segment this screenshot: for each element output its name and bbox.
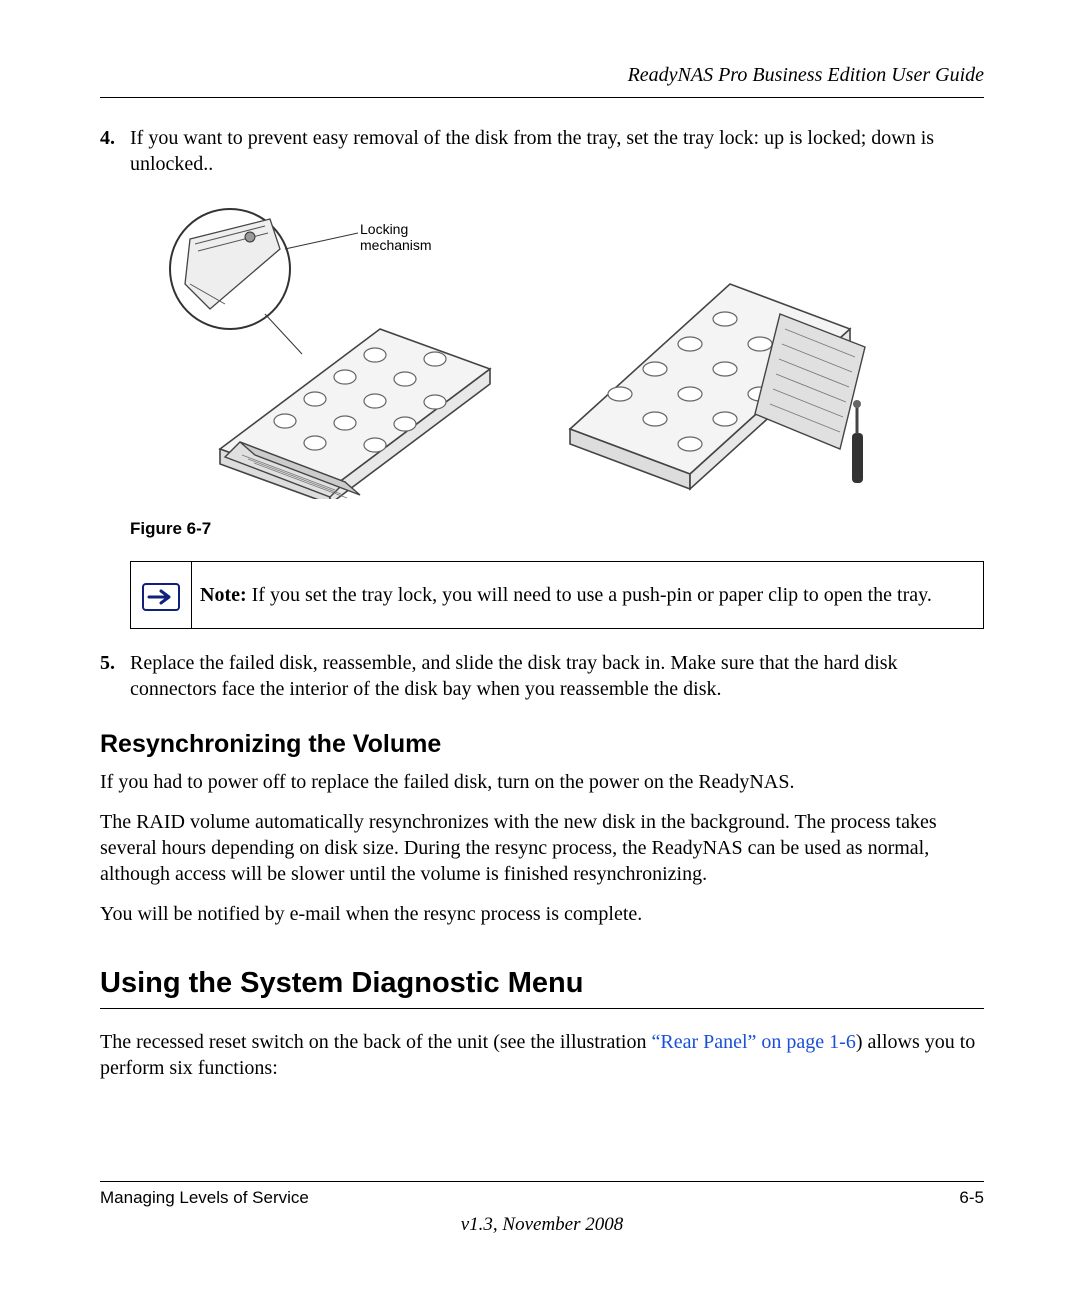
- heading-diagnostic: Using the System Diagnostic Menu: [100, 967, 984, 1000]
- footer-version: v1.3, November 2008: [100, 1214, 984, 1236]
- running-header: ReadyNAS Pro Business Edition User Guide: [100, 64, 984, 98]
- step-number: 4.: [100, 126, 130, 177]
- tray-illustration: [130, 199, 890, 499]
- diag-p1-pre: The recessed reset switch on the back of…: [100, 1031, 651, 1053]
- note-box: Note: If you set the tray lock, you will…: [130, 561, 984, 629]
- callout-line1: Locking: [360, 221, 408, 237]
- step-text: If you want to prevent easy removal of t…: [130, 126, 984, 177]
- figure-callout: Locking mechanism: [360, 221, 432, 253]
- resync-p2: The RAID volume automatically resynchron…: [100, 809, 984, 887]
- note-text: Note: If you set the tray lock, you will…: [192, 562, 946, 628]
- callout-line2: mechanism: [360, 237, 432, 253]
- note-label: Note:: [200, 584, 247, 606]
- figure-6-7: Locking mechanism: [130, 199, 984, 509]
- note-icon-cell: [131, 562, 192, 628]
- document-page: ReadyNAS Pro Business Edition User Guide…: [0, 0, 1080, 1296]
- step-4: 4. If you want to prevent easy removal o…: [100, 126, 984, 177]
- page-content: 4. If you want to prevent easy removal o…: [100, 98, 984, 1081]
- page-footer: Managing Levels of Service 6-5 v1.3, Nov…: [100, 1181, 984, 1236]
- resync-p3: You will be notified by e-mail when the …: [100, 901, 984, 927]
- resync-p1: If you had to power off to replace the f…: [100, 769, 984, 795]
- diag-p1: The recessed reset switch on the back of…: [100, 1029, 984, 1081]
- step-text: Replace the failed disk, reassemble, and…: [130, 651, 984, 702]
- heading-resync: Resynchronizing the Volume: [100, 730, 984, 759]
- footer-page-number: 6-5: [959, 1188, 984, 1208]
- step-number: 5.: [100, 651, 130, 702]
- heading-rule: [100, 1008, 984, 1009]
- step-5: 5. Replace the failed disk, reassemble, …: [100, 651, 984, 702]
- xref-rear-panel[interactable]: “Rear Panel” on page 1-6: [651, 1031, 855, 1053]
- note-body: If you set the tray lock, you will need …: [247, 584, 932, 606]
- arrow-right-icon: [141, 582, 181, 612]
- footer-section: Managing Levels of Service: [100, 1188, 309, 1208]
- figure-caption: Figure 6-7: [130, 519, 984, 539]
- footer-rule: [100, 1181, 984, 1182]
